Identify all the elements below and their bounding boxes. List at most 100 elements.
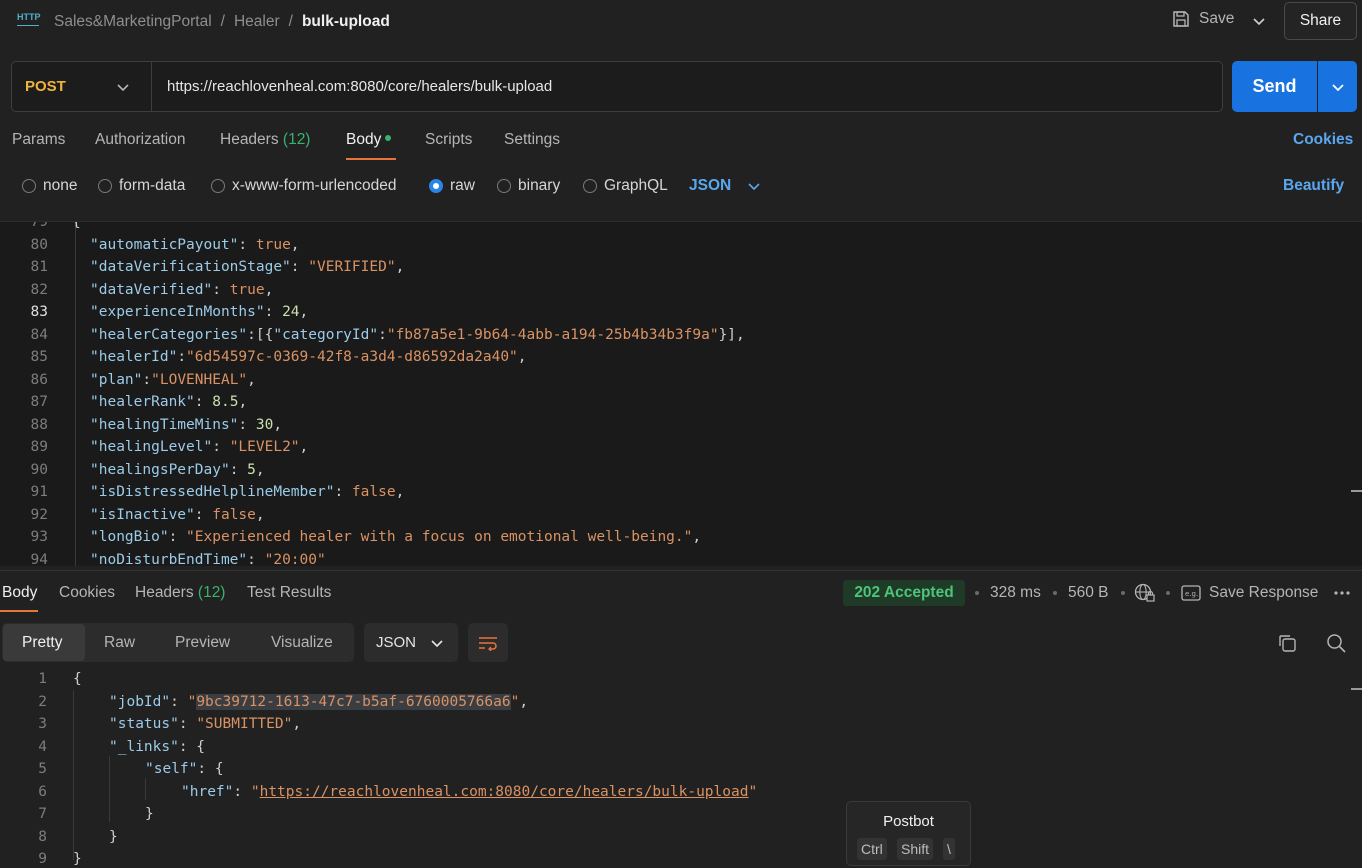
radio-label: binary bbox=[518, 177, 561, 194]
code-text: } bbox=[109, 828, 118, 845]
request-body-editor[interactable]: 79 {80 "automaticPayout": true, 81 "dataVeri… bbox=[0, 221, 1362, 566]
body-format-select[interactable]: JSON bbox=[689, 177, 761, 195]
active-tab-indicator bbox=[346, 158, 396, 160]
code-line[interactable]: 84 "healerCategories":[{"categoryId":"fb8… bbox=[0, 324, 1362, 346]
code-line[interactable]: 89 "healingLevel": "LEVEL2", bbox=[0, 436, 1362, 458]
radio-label: form-data bbox=[119, 177, 186, 194]
code-line[interactable]: 86 "plan":"LOVENHEAL", bbox=[0, 369, 1362, 391]
view-mode-preview[interactable]: Preview bbox=[175, 634, 230, 652]
code-line[interactable]: 79 { bbox=[0, 222, 1362, 233]
code-line[interactable]: 7} bbox=[0, 803, 1340, 825]
more-options-icon[interactable] bbox=[1333, 590, 1351, 596]
code-line[interactable]: 3 "status": "SUBMITTED", bbox=[0, 713, 1340, 735]
code-line[interactable]: 5 "self": { bbox=[0, 758, 1340, 780]
response-tab-cookies[interactable]: Cookies bbox=[59, 584, 115, 602]
code-text: "healingLevel": "LEVEL2", bbox=[90, 439, 309, 455]
share-button[interactable]: Share bbox=[1284, 2, 1357, 40]
line-number: 85 bbox=[30, 349, 48, 365]
code-line[interactable]: 83 "experienceInMonths": 24, bbox=[0, 301, 1362, 323]
radio-form-data[interactable]: form-data bbox=[98, 177, 185, 195]
response-tab-body[interactable]: Body bbox=[2, 584, 37, 602]
line-number: 91 bbox=[30, 484, 48, 500]
chevron-down-icon[interactable] bbox=[116, 80, 130, 94]
code-line[interactable]: 82 "dataVerified": true, bbox=[0, 279, 1362, 301]
line-number: 90 bbox=[30, 461, 48, 478]
tab-settings[interactable]: Settings bbox=[504, 131, 560, 149]
network-globe-icon[interactable] bbox=[1134, 583, 1156, 603]
cookies-link[interactable]: Cookies bbox=[1293, 131, 1353, 149]
tab-body[interactable]: Body bbox=[346, 131, 392, 149]
wrap-lines-button[interactable] bbox=[468, 623, 508, 662]
code-line[interactable]: 4 "_links": { bbox=[0, 736, 1340, 758]
breadcrumb-request[interactable]: bulk-upload bbox=[302, 13, 390, 31]
line-number: 88 bbox=[30, 416, 48, 433]
search-icon[interactable] bbox=[1326, 633, 1346, 653]
code-line[interactable]: 80 "automaticPayout": true, bbox=[0, 234, 1362, 256]
code-line[interactable]: 8} bbox=[0, 826, 1340, 848]
radio-label: none bbox=[43, 177, 78, 194]
tab-scripts[interactable]: Scripts bbox=[425, 131, 472, 149]
code-line[interactable]: 9} bbox=[0, 848, 1340, 868]
breadcrumb-workspace[interactable]: Sales&MarketingPortal bbox=[54, 13, 212, 31]
method-select[interactable]: POST bbox=[25, 78, 66, 95]
code-line[interactable]: 2 "jobId": "9bc39712-1613-47c7-b5af-67600… bbox=[0, 691, 1340, 713]
beautify-button[interactable]: Beautify bbox=[1283, 177, 1344, 195]
response-time[interactable]: 328 ms bbox=[990, 584, 1041, 602]
response-tab-headers[interactable]: Headers (12) bbox=[135, 584, 225, 602]
tab-authorization[interactable]: Authorization bbox=[95, 131, 185, 149]
radio-binary[interactable]: binary bbox=[497, 177, 560, 195]
tab-headers[interactable]: Headers (12) bbox=[220, 131, 310, 149]
postbot-tooltip[interactable]: Postbot Ctrl Shift \ bbox=[846, 801, 971, 866]
code-line[interactable]: 1{ bbox=[0, 668, 1340, 690]
postbot-title: Postbot bbox=[883, 813, 934, 830]
scrollbar-marker[interactable] bbox=[1351, 688, 1362, 690]
line-number: 4 bbox=[38, 738, 47, 755]
tab-headers-label: Headers bbox=[220, 131, 279, 148]
code-line[interactable]: 94 "noDisturbEndTime": "20:00" bbox=[0, 549, 1362, 567]
send-button[interactable]: Send bbox=[1232, 61, 1317, 112]
save-button[interactable]: Save bbox=[1172, 10, 1234, 28]
view-mode-raw[interactable]: Raw bbox=[104, 634, 135, 652]
separator-dot bbox=[1166, 591, 1170, 595]
radio-circle bbox=[211, 179, 225, 193]
response-body-viewer[interactable]: 1{2 "jobId": "9bc39712-1613-47c7-b5af-676… bbox=[0, 668, 1362, 868]
code-line[interactable]: 85 "healerId":"6d54597c-0369-42f8-a3d4-d8… bbox=[0, 346, 1362, 368]
response-format-label: JSON bbox=[376, 634, 417, 651]
code-line[interactable]: 92 "isInactive": false, bbox=[0, 504, 1362, 526]
code-line[interactable]: 91 "isDistressedHelplineMember": false, bbox=[0, 481, 1362, 503]
url-input[interactable]: https://reachlovenheal.com:8080/core/hea… bbox=[167, 78, 552, 95]
code-line[interactable]: 87 "healerRank": 8.5, bbox=[0, 391, 1362, 413]
code-text: "isInactive": false, bbox=[90, 506, 265, 523]
code-line[interactable]: 88 "healingTimeMins": 30, bbox=[0, 414, 1362, 436]
code-text: "dataVerified": true, bbox=[90, 281, 274, 298]
code-text: "healingTimeMins": 30, bbox=[90, 416, 283, 433]
status-badge[interactable]: 202 Accepted bbox=[843, 580, 965, 606]
radio-graphql[interactable]: GraphQL bbox=[583, 177, 668, 195]
shortcut-key: Ctrl bbox=[857, 838, 887, 860]
radio-raw[interactable]: raw bbox=[429, 177, 475, 195]
chevron-down-icon[interactable] bbox=[1252, 14, 1266, 28]
pane-divider[interactable] bbox=[0, 570, 1362, 571]
response-tab-test-results[interactable]: Test Results bbox=[247, 584, 331, 602]
line-number: 1 bbox=[38, 671, 47, 687]
line-number: 2 bbox=[38, 693, 47, 710]
code-line[interactable]: 90 "healingsPerDay": 5, bbox=[0, 459, 1362, 481]
send-options-button[interactable] bbox=[1318, 61, 1357, 112]
line-number: 80 bbox=[30, 236, 48, 253]
response-format-select[interactable]: JSON bbox=[364, 623, 458, 662]
code-line[interactable]: 81 "dataVerificationStage": "VERIFIED", bbox=[0, 256, 1362, 278]
radio-x-www-form-urlencoded[interactable]: x-www-form-urlencoded bbox=[211, 177, 397, 195]
save-response-button[interactable]: e.g. Save Response bbox=[1181, 584, 1318, 602]
response-size[interactable]: 560 B bbox=[1068, 584, 1109, 602]
breadcrumb-collection[interactable]: Healer bbox=[234, 13, 280, 31]
view-mode-visualize[interactable]: Visualize bbox=[271, 634, 333, 652]
code-text: "self": { bbox=[145, 761, 224, 777]
code-text: "isDistressedHelplineMember": false, bbox=[90, 484, 405, 500]
code-line[interactable]: 93 "longBio": "Experienced healer with a … bbox=[0, 526, 1362, 548]
view-mode-pretty[interactable]: Pretty bbox=[22, 634, 62, 652]
radio-circle bbox=[98, 179, 112, 193]
copy-icon[interactable] bbox=[1277, 633, 1297, 653]
code-line[interactable]: 6 "href": "https://reachlovenheal.com:808… bbox=[0, 781, 1340, 803]
radio-none[interactable]: none bbox=[22, 177, 77, 195]
tab-params[interactable]: Params bbox=[12, 131, 65, 149]
